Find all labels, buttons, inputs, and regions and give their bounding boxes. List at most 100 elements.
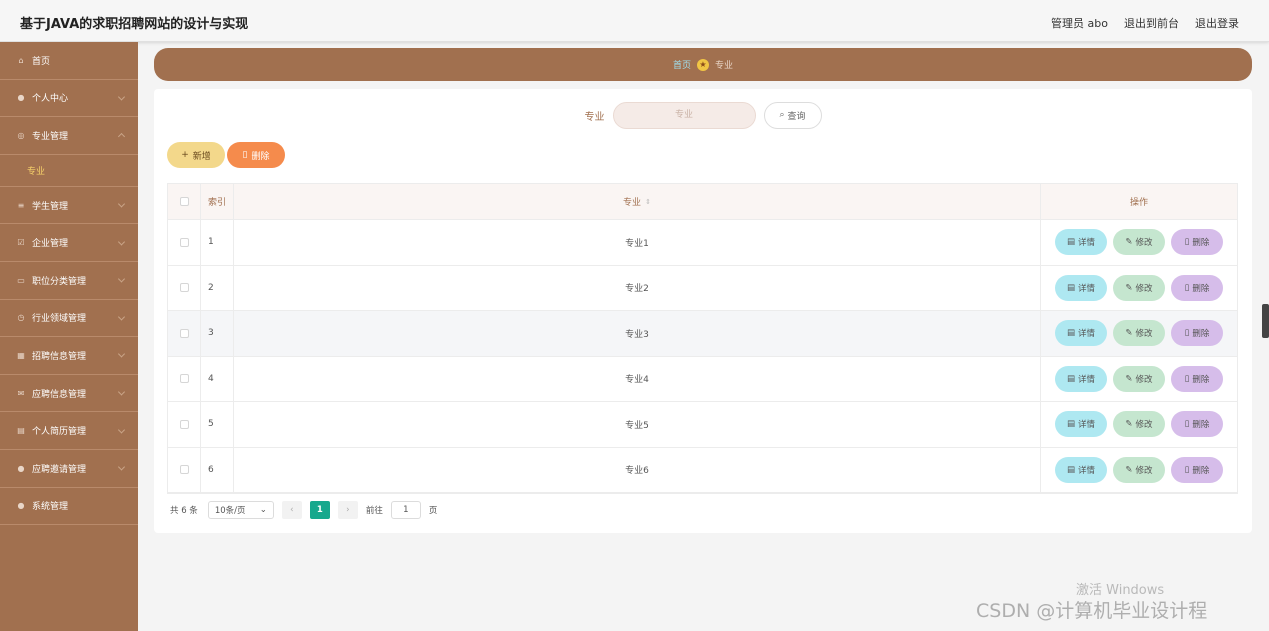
sidebar-item-recruit-info[interactable]: ▦ 招聘信息管理	[0, 337, 138, 375]
page-size-value: 10条/页	[214, 506, 246, 516]
edit-button[interactable]: ✎ 修改	[1113, 365, 1165, 392]
trash-icon: ▯	[1184, 328, 1190, 339]
add-button-label: 新增	[192, 151, 211, 162]
row-actions: ▤ 详情 ✎ 修改 ▯ 删除	[1041, 357, 1237, 402]
chevron-down-icon	[117, 238, 126, 246]
page-size-select[interactable]: 10条/页 ⌄	[207, 501, 274, 519]
edit-button[interactable]: ✎ 修改	[1113, 456, 1165, 483]
exit-to-front-link[interactable]: 退出到前台	[1124, 15, 1179, 31]
next-page-button[interactable]: ›	[337, 501, 358, 519]
table-row: 5 专业5 ▤ 详情 ✎ 修改 ▯ 删除	[168, 402, 1237, 448]
delete-button[interactable]: ▯ 删除	[1171, 229, 1223, 256]
row-actions: ▤ 详情 ✎ 修改 ▯ 删除	[1041, 402, 1237, 447]
row-checkbox[interactable]	[179, 283, 189, 293]
chevron-down-icon	[117, 426, 126, 434]
delete-button-label: 删除	[1192, 465, 1210, 476]
trash-icon: ▯	[1184, 237, 1190, 248]
sidebar-subitem-major[interactable]: 专业	[0, 155, 138, 187]
sidebar-item-invitation[interactable]: ● 应聘邀请管理	[0, 450, 138, 488]
goto-suffix: 页	[428, 506, 438, 516]
trash-icon: ▯	[1184, 282, 1190, 293]
sidebar-item-label: 应聘信息管理	[32, 389, 87, 400]
edit-button[interactable]: ✎ 修改	[1113, 274, 1165, 301]
select-all-checkbox[interactable]	[179, 197, 189, 206]
detail-button[interactable]: ▤ 详情	[1055, 320, 1107, 347]
delete-button[interactable]: ▯ 删除	[1171, 456, 1223, 483]
table-row: 1 专业1 ▤ 详情 ✎ 修改 ▯ 删除	[168, 220, 1237, 266]
edit-icon: ✎	[1125, 464, 1133, 475]
detail-button[interactable]: ▤ 详情	[1055, 274, 1107, 301]
sidebar: ⌂ 首页 ● 个人中心 ◎ 专业管理 专业 ≡ 学生管理 ☑ 企业管理 ▭ 职位…	[0, 42, 138, 631]
edit-button[interactable]: ✎ 修改	[1113, 320, 1165, 347]
edit-icon: ✎	[1125, 328, 1133, 339]
delete-button[interactable]: ▯ 删除	[1171, 365, 1223, 392]
delete-button-label: 删除	[1192, 283, 1210, 294]
pin-icon: ●	[17, 463, 25, 473]
search-icon: ⌕	[779, 110, 785, 120]
delete-button[interactable]: ▯ 删除	[1171, 274, 1223, 301]
trash-icon: ▯	[1184, 373, 1190, 384]
detail-button[interactable]: ▤ 详情	[1055, 365, 1107, 392]
sidebar-item-label: 行业领域管理	[32, 314, 87, 325]
detail-button[interactable]: ▤ 详情	[1055, 456, 1107, 483]
circle-icon: ◎	[17, 130, 25, 140]
sidebar-item-system[interactable]: ● 系统管理	[0, 488, 138, 526]
header-major[interactable]: 专业 ⇕	[234, 184, 1041, 219]
edit-button[interactable]: ✎ 修改	[1113, 229, 1165, 256]
chevron-down-icon	[117, 463, 126, 471]
sidebar-item-student-management[interactable]: ≡ 学生管理	[0, 187, 138, 225]
batch-delete-button[interactable]: ▯ 删除	[227, 142, 285, 168]
row-checkbox[interactable]	[179, 237, 189, 247]
detail-icon: ▤	[1066, 237, 1075, 248]
logout-link[interactable]: 退出登录	[1195, 15, 1239, 31]
search-input[interactable]: 专业	[612, 101, 756, 129]
row-checkbox[interactable]	[179, 465, 189, 475]
app-title: 基于JAVA的求职招聘网站的设计与实现	[20, 17, 249, 32]
row-major: 专业3	[234, 311, 1041, 356]
detail-button[interactable]: ▤ 详情	[1055, 411, 1107, 438]
row-actions: ▤ 详情 ✎ 修改 ▯ 删除	[1041, 448, 1237, 493]
delete-button-label: 删除	[1192, 374, 1210, 385]
row-major: 专业2	[234, 265, 1041, 310]
sidebar-item-major-management[interactable]: ◎ 专业管理	[0, 117, 138, 155]
row-index: 4	[201, 356, 234, 401]
prev-page-button[interactable]: ‹	[281, 501, 302, 519]
row-index: 1	[201, 220, 234, 265]
sidebar-item-job-category[interactable]: ▭ 职位分类管理	[0, 262, 138, 300]
delete-button[interactable]: ▯ 删除	[1171, 320, 1223, 347]
row-select-cell	[168, 265, 201, 310]
row-checkbox[interactable]	[179, 419, 189, 429]
row-select-cell	[168, 447, 201, 492]
table-row: 6 专业6 ▤ 详情 ✎ 修改 ▯ 删除	[168, 447, 1237, 493]
sidebar-item-company-management[interactable]: ☑ 企业管理	[0, 224, 138, 262]
row-checkbox[interactable]	[179, 374, 189, 384]
scrollbar-handle[interactable]	[1262, 304, 1269, 338]
sidebar-item-label: 系统管理	[32, 502, 69, 513]
delete-button[interactable]: ▯ 删除	[1171, 411, 1223, 438]
delete-button-label: 删除	[251, 151, 270, 162]
sidebar-item-home[interactable]: ⌂ 首页	[0, 42, 138, 80]
row-checkbox[interactable]	[179, 328, 189, 338]
sidebar-item-application-info[interactable]: ✉ 应聘信息管理	[0, 375, 138, 413]
sort-icon[interactable]: ⇕	[645, 198, 651, 206]
sidebar-item-resume[interactable]: ▤ 个人简历管理	[0, 412, 138, 450]
breadcrumb-home[interactable]: 首页	[673, 58, 691, 71]
chevron-up-icon	[117, 133, 126, 141]
sidebar-item-industry[interactable]: ◷ 行业领域管理	[0, 300, 138, 338]
detail-button-label: 详情	[1078, 329, 1096, 340]
detail-button-label: 详情	[1078, 374, 1096, 385]
row-major: 专业5	[234, 402, 1041, 447]
edit-button[interactable]: ✎ 修改	[1113, 411, 1165, 438]
current-user-label: 管理员 abo	[1051, 17, 1108, 30]
sidebar-item-personal-center[interactable]: ● 个人中心	[0, 80, 138, 118]
goto-page-input[interactable]: 1	[390, 501, 421, 519]
detail-button[interactable]: ▤ 详情	[1055, 229, 1107, 256]
page-number-current[interactable]: 1	[309, 501, 330, 519]
search-button[interactable]: ⌕ 查询	[763, 101, 822, 129]
row-select-cell	[168, 311, 201, 356]
clock-icon: ◷	[17, 313, 25, 323]
header-index: 索引	[201, 184, 234, 219]
detail-button-label: 详情	[1078, 420, 1096, 431]
edit-button-label: 修改	[1135, 374, 1153, 385]
add-button[interactable]: + 新增	[167, 142, 225, 168]
